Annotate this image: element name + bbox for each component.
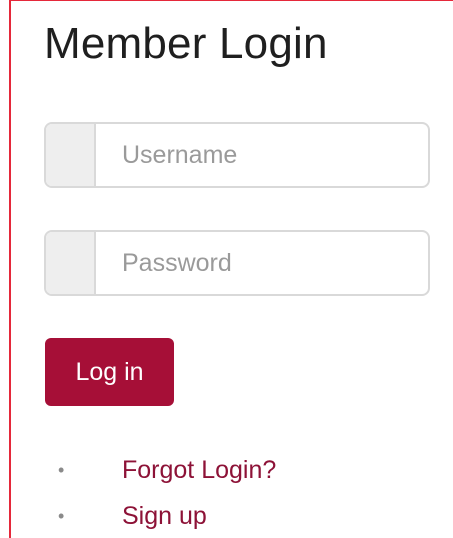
bullet-icon: • — [58, 460, 65, 480]
page-border-left — [9, 0, 11, 538]
page-border-top — [9, 0, 453, 1]
bullet-icon: • — [58, 506, 65, 526]
login-page: Member Login Log in • Forgot Login? • Si… — [0, 0, 453, 538]
sign-up-link[interactable]: Sign up — [122, 496, 207, 536]
log-in-button[interactable]: Log in — [45, 338, 174, 406]
username-addon — [46, 124, 96, 186]
password-addon — [46, 232, 96, 294]
username-field — [44, 122, 430, 188]
page-title: Member Login — [44, 19, 328, 68]
forgot-login-link[interactable]: Forgot Login? — [122, 450, 276, 490]
username-input[interactable] — [96, 124, 428, 186]
password-input[interactable] — [96, 232, 428, 294]
password-field — [44, 230, 430, 296]
